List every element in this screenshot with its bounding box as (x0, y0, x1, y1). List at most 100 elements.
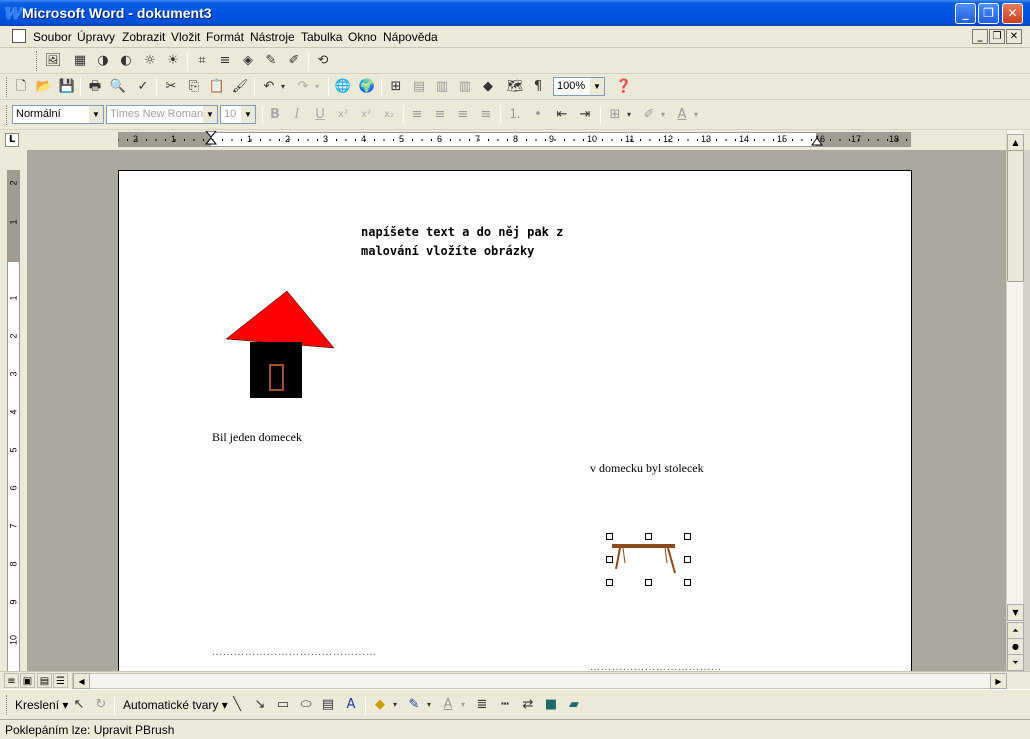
resize-handle-sw[interactable] (606, 579, 613, 586)
undo-dropdown-icon[interactable]: ▾ (278, 78, 288, 96)
normal-view-icon[interactable]: ≡ (4, 673, 19, 688)
set-transparent-color-icon[interactable]: ✐ (285, 52, 303, 70)
style-combo[interactable]: Normální ▼ (12, 105, 104, 124)
menu-napoveda[interactable]: Nápověda (383, 30, 438, 44)
scroll-left-icon[interactable]: ◀ (73, 673, 90, 689)
help-assistant-icon[interactable]: ❓ (615, 78, 633, 96)
free-rotate-icon[interactable]: ↻ (92, 696, 110, 714)
image-control-icon[interactable]: ▦ (71, 52, 89, 70)
reset-picture-icon[interactable]: ⟲ (314, 52, 332, 70)
house-caption[interactable]: Bil jeden domecek (212, 430, 302, 445)
bold-icon[interactable]: B (266, 106, 284, 124)
scroll-down-icon[interactable]: ▼ (1007, 604, 1024, 621)
line-color-icon[interactable]: ✎ (405, 696, 423, 714)
decrease-indent-icon[interactable]: ⇤ (553, 106, 571, 124)
subscript-icon[interactable]: x₂ (380, 106, 398, 124)
format-picture-icon[interactable]: ✎ (262, 52, 280, 70)
doc-restore-button[interactable]: ❐ (989, 29, 1005, 44)
select-objects-icon[interactable]: ↖ (70, 696, 88, 714)
resize-handle-se[interactable] (684, 579, 691, 586)
draw-font-color-dropdown-icon[interactable]: ▾ (458, 696, 468, 714)
arrow-icon[interactable]: ↘ (251, 696, 269, 714)
superscript-alt-icon[interactable]: x² (357, 106, 375, 124)
autoshapes-button[interactable]: Automatické tvary ▾ (123, 698, 228, 712)
chevron-down-icon[interactable]: ▼ (241, 106, 255, 123)
redo-icon[interactable]: ↷ (294, 78, 312, 96)
wordart-icon[interactable]: A (342, 696, 360, 714)
instruction-text[interactable]: napíšete text a do něj pak z malování vl… (361, 223, 563, 261)
right-indent-marker[interactable] (811, 136, 823, 146)
highlight-icon[interactable]: ✐ (640, 106, 658, 124)
horizontal-ruler[interactable]: 2 1 1 2 3 4 5 6 7 8 9 10 11 12 13 14 15 … (118, 131, 911, 147)
resize-handle-e[interactable] (684, 556, 691, 563)
vertical-ruler[interactable]: 2 1 1 2 3 4 5 6 7 8 9 10 (7, 170, 20, 671)
previous-page-icon[interactable]: ⏶ (1007, 622, 1024, 639)
shadow-icon[interactable]: ■ (542, 696, 560, 714)
print-layout-view-icon[interactable]: ▤ (37, 673, 52, 688)
superscript-icon[interactable]: x² (334, 106, 352, 124)
chevron-down-icon[interactable]: ▼ (590, 78, 604, 95)
line-color-dropdown-icon[interactable]: ▾ (424, 696, 434, 714)
line-style-icon[interactable]: ≣ (473, 696, 491, 714)
doc-close-button[interactable]: ✕ (1006, 29, 1022, 44)
restore-button[interactable]: ❐ (978, 3, 999, 24)
document-page[interactable]: napíšete text a do něj pak z malování vl… (118, 170, 912, 671)
scroll-right-icon[interactable]: ▶ (990, 673, 1007, 689)
align-center-icon[interactable]: ≡ (431, 106, 449, 124)
resize-handle-s[interactable] (645, 579, 652, 586)
font-color-dropdown-icon[interactable]: ▾ (691, 106, 701, 124)
menu-format[interactable]: Formát (206, 30, 244, 44)
border-dropdown-icon[interactable]: ▾ (624, 106, 634, 124)
table-picture[interactable] (609, 536, 691, 584)
rectangle-icon[interactable]: ▭ (274, 696, 292, 714)
drawing-icon[interactable]: ◆ (479, 78, 497, 96)
3d-icon[interactable]: ▰ (565, 696, 583, 714)
web-toolbar-icon[interactable]: 🌍 (358, 78, 376, 96)
vertical-scroll-thumb[interactable] (1007, 150, 1024, 282)
justify-icon[interactable]: ≡ (477, 106, 495, 124)
new-document-icon[interactable]: 🗋 (12, 78, 30, 96)
fill-color-dropdown-icon[interactable]: ▾ (390, 696, 400, 714)
menu-soubor[interactable]: Soubor (33, 30, 72, 44)
document-map-icon[interactable]: 🗺 (506, 78, 524, 96)
toolbar-grip[interactable] (36, 51, 39, 71)
columns-icon[interactable]: ▥ (456, 78, 474, 96)
scroll-up-icon[interactable]: ▲ (1007, 134, 1024, 151)
border-icon[interactable]: ⊞ (606, 106, 624, 124)
font-size-combo[interactable]: 10 ▼ (220, 105, 256, 124)
insert-picture-icon[interactable]: 🖼 (44, 52, 62, 70)
text-box-icon[interactable]: ▤ (319, 696, 337, 714)
zoom-combo[interactable]: 100% ▼ (553, 77, 605, 96)
line-icon[interactable]: ╲ (228, 696, 246, 714)
word-app-icon[interactable]: W (4, 4, 22, 23)
resize-handle-n[interactable] (645, 533, 652, 540)
cut-icon[interactable]: ✂ (162, 78, 180, 96)
close-button[interactable]: ✕ (1002, 3, 1023, 24)
format-painter-icon[interactable]: 🖌 (231, 78, 249, 96)
menu-tabulka[interactable]: Tabulka (301, 30, 342, 44)
resize-handle-ne[interactable] (684, 533, 691, 540)
copy-icon[interactable]: ⎘ (185, 78, 203, 96)
spelling-icon[interactable]: ✓ (134, 78, 152, 96)
font-color-icon[interactable]: A (673, 106, 691, 124)
fill-color-icon[interactable]: ◆ (371, 696, 389, 714)
less-contrast-icon[interactable]: ◐ (117, 52, 135, 70)
menu-nastroje[interactable]: Nástroje (250, 30, 295, 44)
title-bar[interactable]: W Microsoft Word - dokument3 _ ❐ ✕ (0, 0, 1030, 26)
tables-borders-icon[interactable]: ⊞ (387, 78, 405, 96)
undo-icon[interactable]: ↶ (260, 78, 278, 96)
print-preview-icon[interactable]: 🔍 (109, 78, 127, 96)
outline-view-icon[interactable]: ☰ (53, 673, 68, 688)
oval-icon[interactable]: ⬭ (297, 696, 315, 714)
redo-dropdown-icon[interactable]: ▾ (312, 78, 322, 96)
increase-indent-icon[interactable]: ⇥ (576, 106, 594, 124)
line-style-icon[interactable]: ≡ (216, 52, 234, 70)
italic-icon[interactable]: I (288, 106, 306, 124)
menu-upravy[interactable]: Úpravy (77, 30, 115, 44)
house-picture[interactable] (224, 289, 336, 401)
insert-hyperlink-icon[interactable]: 🌐 (334, 78, 352, 96)
bullets-icon[interactable]: • (529, 106, 547, 124)
menu-okno[interactable]: Okno (348, 30, 377, 44)
vertical-scrollbar[interactable]: ▲ ▼ ⏶ ● ⏷ (1006, 130, 1024, 671)
save-icon[interactable]: 💾 (58, 78, 76, 96)
